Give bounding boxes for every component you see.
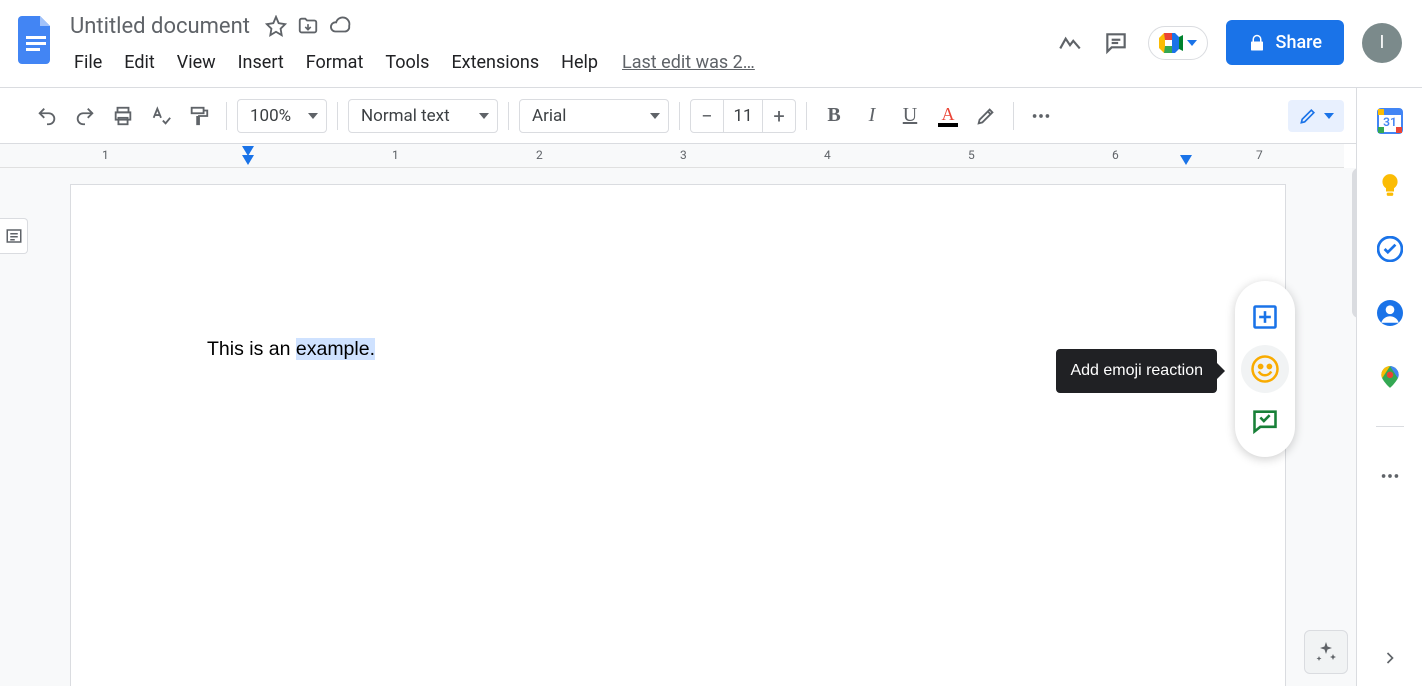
app-bar: Untitled document File Edit View Insert …	[0, 0, 1422, 88]
indent-marker-right[interactable]	[1180, 155, 1192, 165]
star-icon[interactable]	[264, 14, 288, 38]
caret-down-icon	[308, 111, 318, 121]
document-text: This is an	[207, 338, 296, 360]
print-button[interactable]	[106, 99, 140, 133]
caret-down-icon	[479, 111, 489, 121]
add-emoji-reaction-button[interactable]	[1241, 345, 1289, 393]
tasks-addon[interactable]	[1375, 234, 1405, 264]
keep-addon[interactable]	[1375, 170, 1405, 200]
ruler-number: 5	[968, 148, 975, 162]
docs-logo[interactable]	[12, 8, 60, 72]
share-button[interactable]: Share	[1226, 20, 1344, 65]
separator	[226, 102, 227, 130]
last-edit-link[interactable]: Last edit was 2…	[622, 52, 755, 73]
menu-file[interactable]: File	[64, 48, 112, 77]
share-label: Share	[1276, 32, 1322, 53]
ruler-number: 3	[680, 148, 687, 162]
side-panel: 31	[1356, 88, 1422, 686]
separator	[679, 102, 680, 130]
add-comment-button[interactable]	[1241, 293, 1289, 341]
text-color-button[interactable]: A	[931, 99, 965, 133]
appbar-right: Share I	[1056, 8, 1410, 65]
separator	[1013, 102, 1014, 130]
insert-strip	[1235, 281, 1295, 457]
font-size-input[interactable]: 11	[723, 100, 763, 132]
bold-button[interactable]: B	[817, 99, 851, 133]
underline-button[interactable]: U	[893, 99, 927, 133]
spellcheck-button[interactable]	[144, 99, 178, 133]
highlight-button[interactable]	[969, 99, 1003, 133]
paint-format-button[interactable]	[182, 99, 216, 133]
suggest-edits-button[interactable]	[1241, 397, 1289, 445]
more-tools-button[interactable]	[1024, 99, 1058, 133]
menu-view[interactable]: View	[167, 48, 226, 77]
tooltip: Add emoji reaction	[1056, 349, 1217, 393]
toolbar: 100% Normal text Arial − 11 + B I U A	[0, 88, 1422, 144]
selected-text: example.	[296, 338, 375, 360]
show-outline-button[interactable]	[0, 218, 28, 254]
contacts-addon[interactable]	[1375, 298, 1405, 328]
zoom-value: 100%	[250, 106, 291, 126]
ruler-number: 6	[1112, 148, 1119, 162]
menu-format[interactable]: Format	[296, 48, 374, 77]
ruler-number: 4	[824, 148, 831, 162]
separator	[806, 102, 807, 130]
style-value: Normal text	[361, 106, 450, 126]
menu-insert[interactable]: Insert	[228, 48, 294, 77]
zoom-select[interactable]: 100%	[237, 99, 327, 133]
title-row: Untitled document	[64, 8, 1056, 44]
title-column: Untitled document File Edit View Insert …	[64, 8, 1056, 80]
ruler-number: 1	[102, 148, 109, 162]
menu-help[interactable]: Help	[551, 48, 608, 77]
font-size-control: − 11 +	[690, 99, 796, 133]
editing-mode-button[interactable]	[1288, 100, 1344, 132]
ruler-number: 7	[1256, 148, 1263, 162]
font-value: Arial	[532, 106, 566, 126]
cloud-status-icon[interactable]	[328, 14, 352, 38]
font-size-increase[interactable]: +	[763, 100, 795, 132]
activity-icon[interactable]	[1056, 29, 1084, 57]
caret-down-icon	[1187, 38, 1197, 48]
comments-history-icon[interactable]	[1102, 29, 1130, 57]
redo-button[interactable]	[68, 99, 102, 133]
move-icon[interactable]	[296, 14, 320, 38]
menu-bar: File Edit View Insert Format Tools Exten…	[64, 44, 1056, 80]
maps-addon[interactable]	[1375, 362, 1405, 392]
menu-extensions[interactable]: Extensions	[441, 48, 549, 77]
caret-down-icon	[650, 111, 660, 121]
caret-down-icon	[1324, 111, 1334, 121]
paragraph-style-select[interactable]: Normal text	[348, 99, 498, 133]
lock-icon	[1248, 34, 1266, 52]
font-size-decrease[interactable]: −	[691, 100, 723, 132]
menu-edit[interactable]: Edit	[114, 48, 164, 77]
get-addons-button[interactable]	[1375, 461, 1405, 491]
undo-button[interactable]	[30, 99, 64, 133]
meet-icon	[1159, 33, 1183, 53]
document-scroll[interactable]: This is an example. Add emoji reaction	[0, 168, 1356, 686]
ruler-number: 1	[392, 148, 399, 162]
document-page[interactable]: This is an example. Add emoji reaction	[70, 184, 1286, 686]
calendar-addon[interactable]: 31	[1375, 106, 1405, 136]
menu-tools[interactable]: Tools	[375, 48, 439, 77]
side-separator	[1376, 426, 1404, 427]
explore-button[interactable]	[1304, 630, 1348, 674]
svg-text:31: 31	[1383, 115, 1397, 129]
hide-side-panel-button[interactable]	[1380, 648, 1400, 668]
main-area: This is an example. Add emoji reaction	[0, 168, 1422, 686]
separator	[337, 102, 338, 130]
account-avatar[interactable]: I	[1362, 23, 1402, 63]
indent-marker-left[interactable]	[242, 155, 254, 165]
separator	[508, 102, 509, 130]
font-select[interactable]: Arial	[519, 99, 669, 133]
italic-button[interactable]: I	[855, 99, 889, 133]
document-title[interactable]: Untitled document	[64, 12, 256, 41]
horizontal-ruler[interactable]: 1 1 2 3 4 5 6 7	[0, 144, 1344, 168]
pencil-icon	[1298, 106, 1318, 126]
meet-button[interactable]	[1148, 26, 1208, 60]
ruler-number: 2	[536, 148, 543, 162]
